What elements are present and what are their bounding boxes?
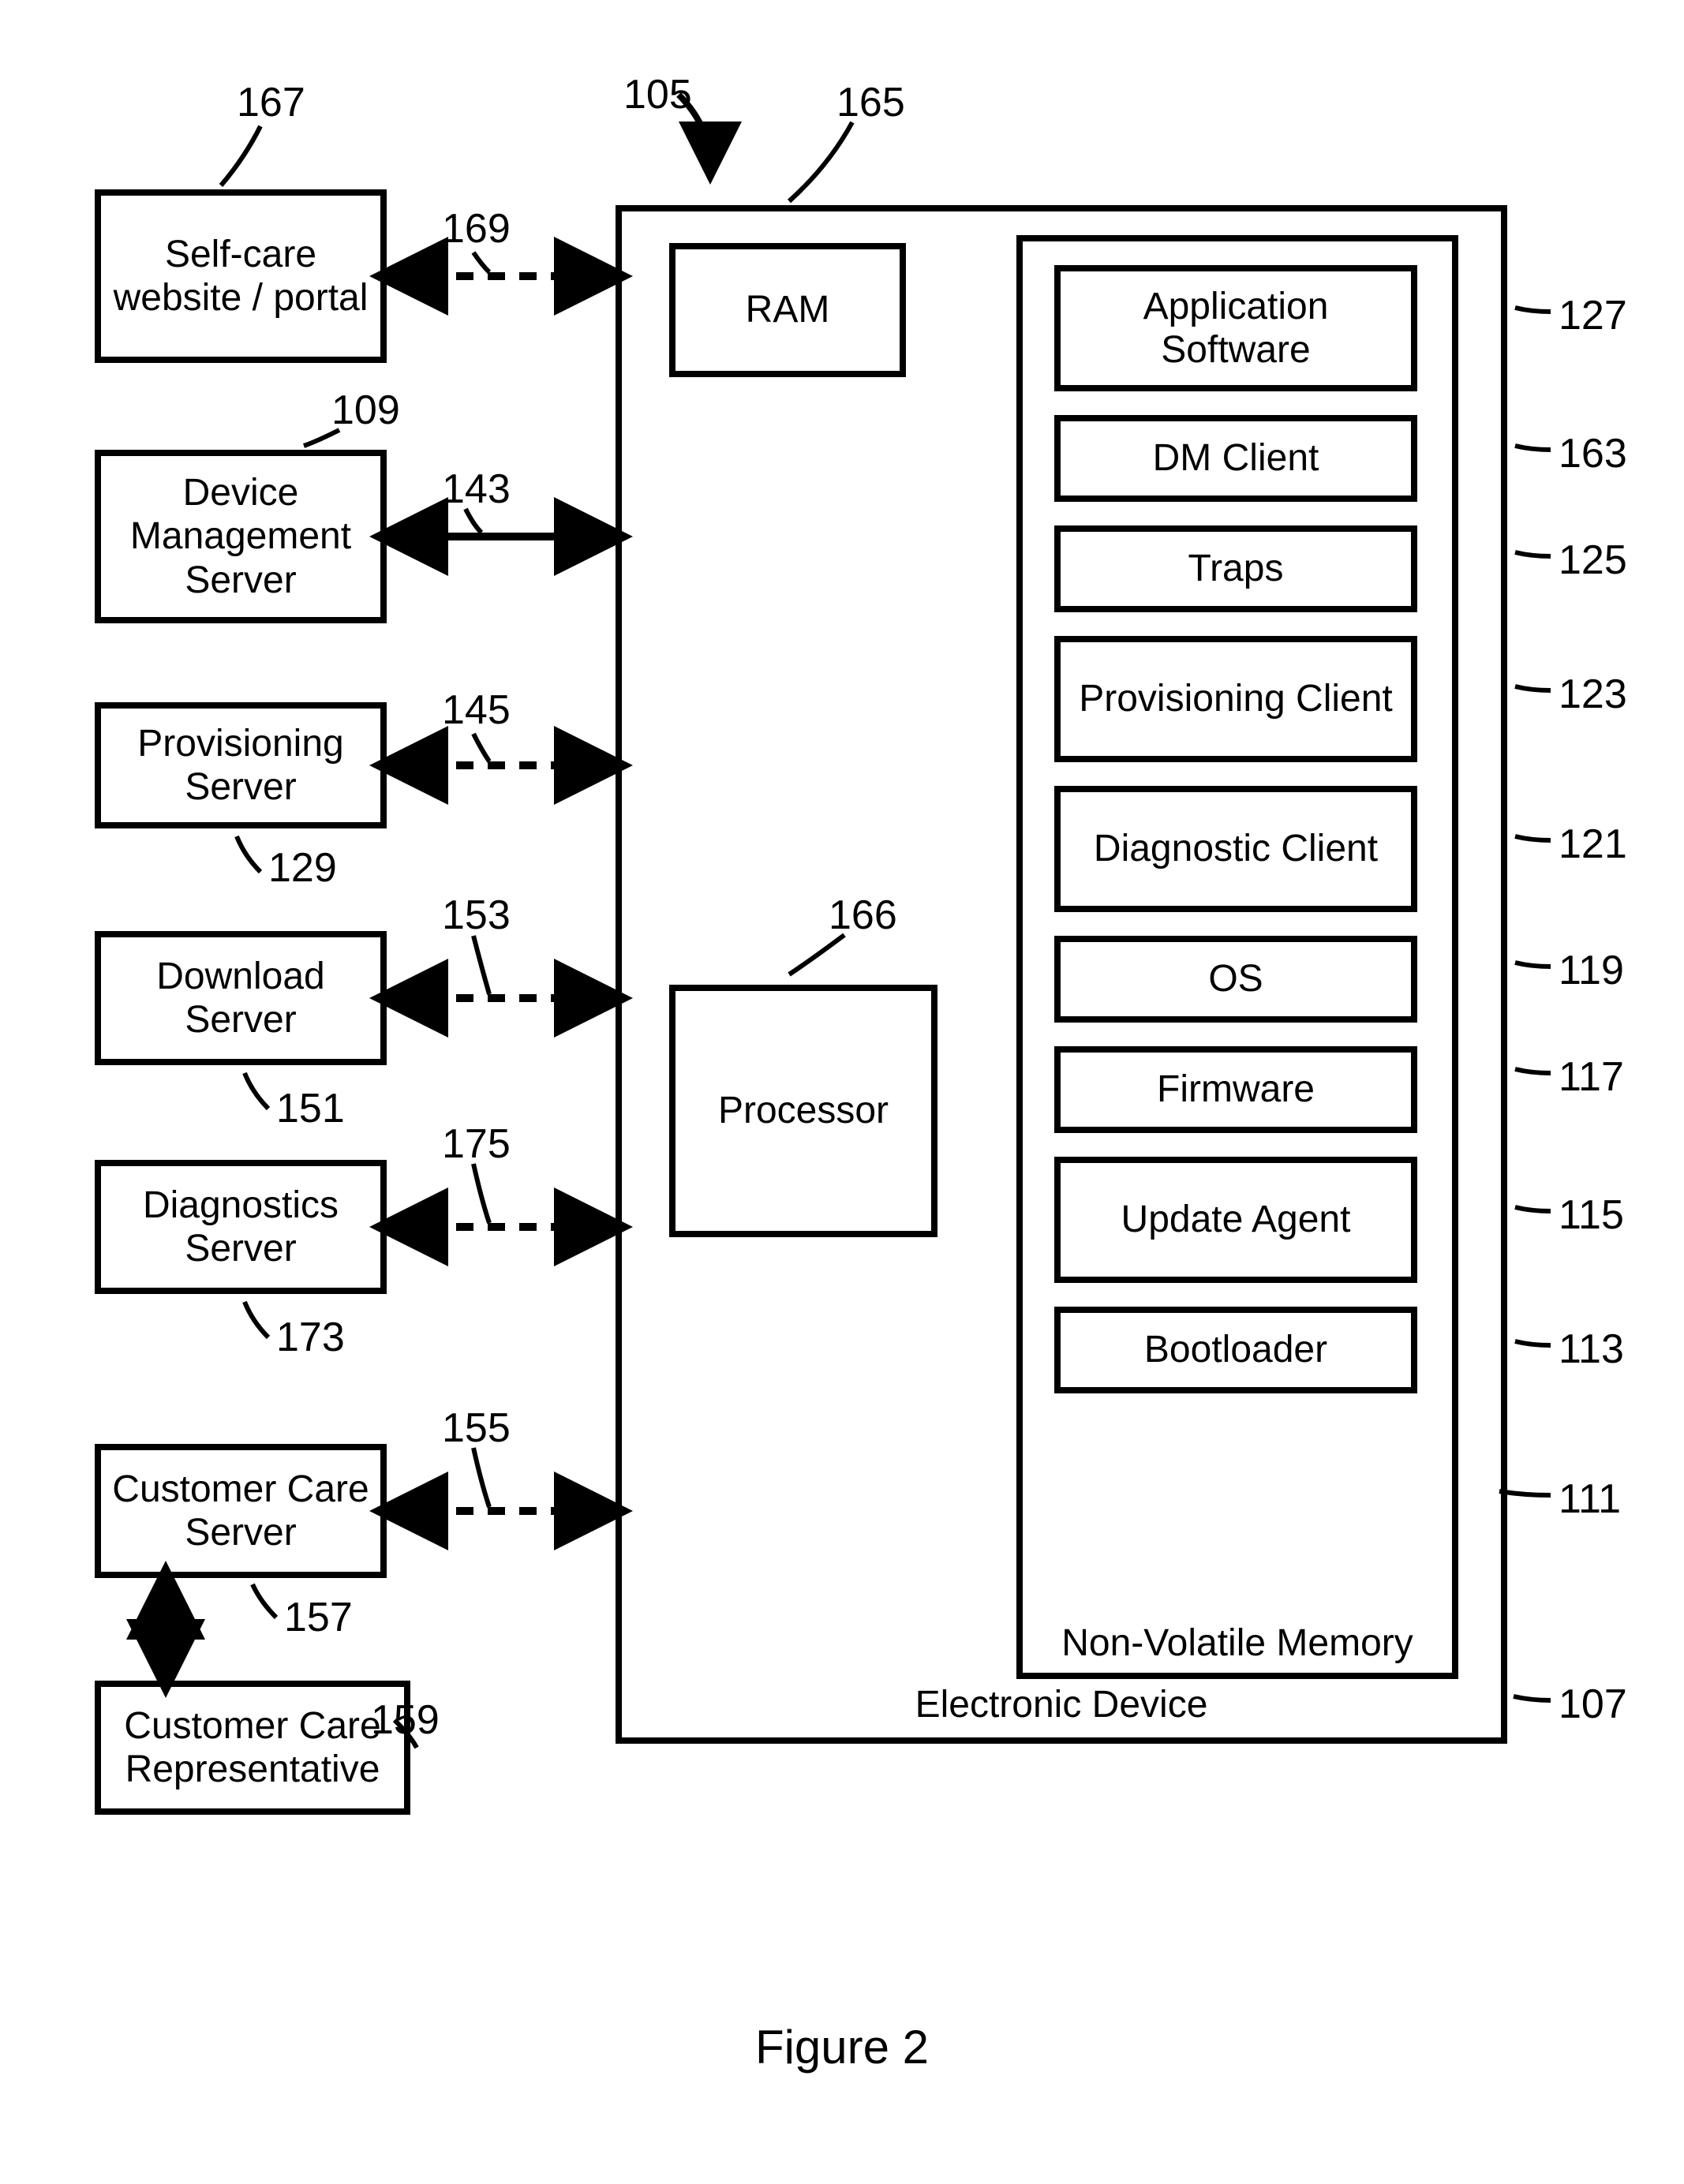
- processor-label: Processor: [718, 1089, 889, 1132]
- ref-selfcare: 167: [237, 79, 305, 126]
- download-server-label: Download Server: [107, 955, 374, 1042]
- ref-prov-client: 123: [1559, 671, 1627, 718]
- os-label: OS: [1208, 957, 1263, 1000]
- ref-diag-client: 121: [1559, 821, 1627, 868]
- ref-bootloader: 113: [1559, 1326, 1624, 1373]
- nvm-title: Non-Volatile Memory: [1023, 1623, 1452, 1665]
- ref-diagram: 105: [623, 71, 692, 118]
- ref-prov-server: 129: [268, 844, 337, 892]
- ref-update-agent: 115: [1559, 1191, 1624, 1239]
- diagram-page: Self-care website / portal Device Manage…: [0, 0, 1684, 2184]
- cc-rep-box: Customer Care Representative: [95, 1681, 410, 1815]
- dm-client-label: DM Client: [1153, 436, 1319, 480]
- ref-device: 107: [1559, 1681, 1627, 1728]
- ref-cc-server: 157: [284, 1594, 353, 1641]
- ref-dm-link: 143: [442, 466, 511, 513]
- download-server-box: Download Server: [95, 931, 387, 1065]
- traps-box: Traps: [1054, 525, 1417, 612]
- bootloader-label: Bootloader: [1144, 1328, 1327, 1371]
- ref-cc-rep: 159: [371, 1696, 440, 1744]
- nvm-box: Non-Volatile Memory Application Software…: [1016, 235, 1458, 1679]
- cc-server-box: Customer Care Server: [95, 1444, 387, 1578]
- ref-download-link: 153: [442, 892, 511, 939]
- ram-box: RAM: [669, 243, 906, 377]
- ref-dm-server: 109: [331, 387, 400, 434]
- ref-nvm: 111: [1559, 1475, 1621, 1523]
- ram-label: RAM: [746, 288, 830, 331]
- diag-server-label: Diagnostics Server: [107, 1184, 374, 1270]
- diag-client-label: Diagnostic Client: [1094, 827, 1378, 870]
- prov-client-label: Provisioning Client: [1079, 677, 1393, 720]
- processor-box: Processor: [669, 985, 937, 1237]
- update-agent-box: Update Agent: [1054, 1157, 1417, 1283]
- ref-prov-link: 145: [442, 686, 511, 734]
- ref-firmware: 117: [1559, 1053, 1624, 1101]
- prov-client-box: Provisioning Client: [1054, 636, 1417, 762]
- ref-diag-server: 173: [276, 1314, 345, 1361]
- cc-server-label: Customer Care Server: [107, 1468, 374, 1554]
- ref-ram: 165: [836, 79, 905, 126]
- ref-diag-link: 175: [442, 1120, 511, 1168]
- os-box: OS: [1054, 936, 1417, 1023]
- figure-caption: Figure 2: [755, 2020, 929, 2074]
- dm-server-box: Device Management Server: [95, 450, 387, 623]
- diag-server-box: Diagnostics Server: [95, 1160, 387, 1294]
- firmware-label: Firmware: [1157, 1068, 1315, 1111]
- ref-download-server: 151: [276, 1085, 345, 1132]
- ref-cc-link: 155: [442, 1404, 511, 1452]
- cc-rep-label: Customer Care Representative: [107, 1704, 398, 1791]
- ref-selfcare-link: 169: [442, 205, 511, 252]
- ref-app-sw: 127: [1559, 292, 1627, 339]
- ref-dm-client: 163: [1559, 430, 1627, 477]
- electronic-device-box: Electronic Device RAM Processor Non-Vola…: [616, 205, 1507, 1744]
- dm-server-label: Device Management Server: [107, 471, 374, 602]
- ref-processor: 166: [829, 892, 897, 939]
- app-software-box: Application Software: [1054, 265, 1417, 391]
- update-agent-label: Update Agent: [1121, 1198, 1351, 1241]
- app-software-label: Application Software: [1067, 285, 1405, 372]
- ref-traps: 125: [1559, 537, 1627, 584]
- ref-os: 119: [1559, 947, 1624, 994]
- selfcare-box: Self-care website / portal: [95, 189, 387, 363]
- prov-server-label: Provisioning Server: [107, 722, 374, 809]
- electronic-device-title: Electronic Device: [622, 1683, 1501, 1726]
- bootloader-box: Bootloader: [1054, 1307, 1417, 1393]
- diag-client-box: Diagnostic Client: [1054, 786, 1417, 912]
- firmware-box: Firmware: [1054, 1046, 1417, 1133]
- selfcare-label: Self-care website / portal: [107, 233, 374, 320]
- dm-client-box: DM Client: [1054, 415, 1417, 502]
- prov-server-box: Provisioning Server: [95, 702, 387, 828]
- traps-label: Traps: [1188, 547, 1284, 590]
